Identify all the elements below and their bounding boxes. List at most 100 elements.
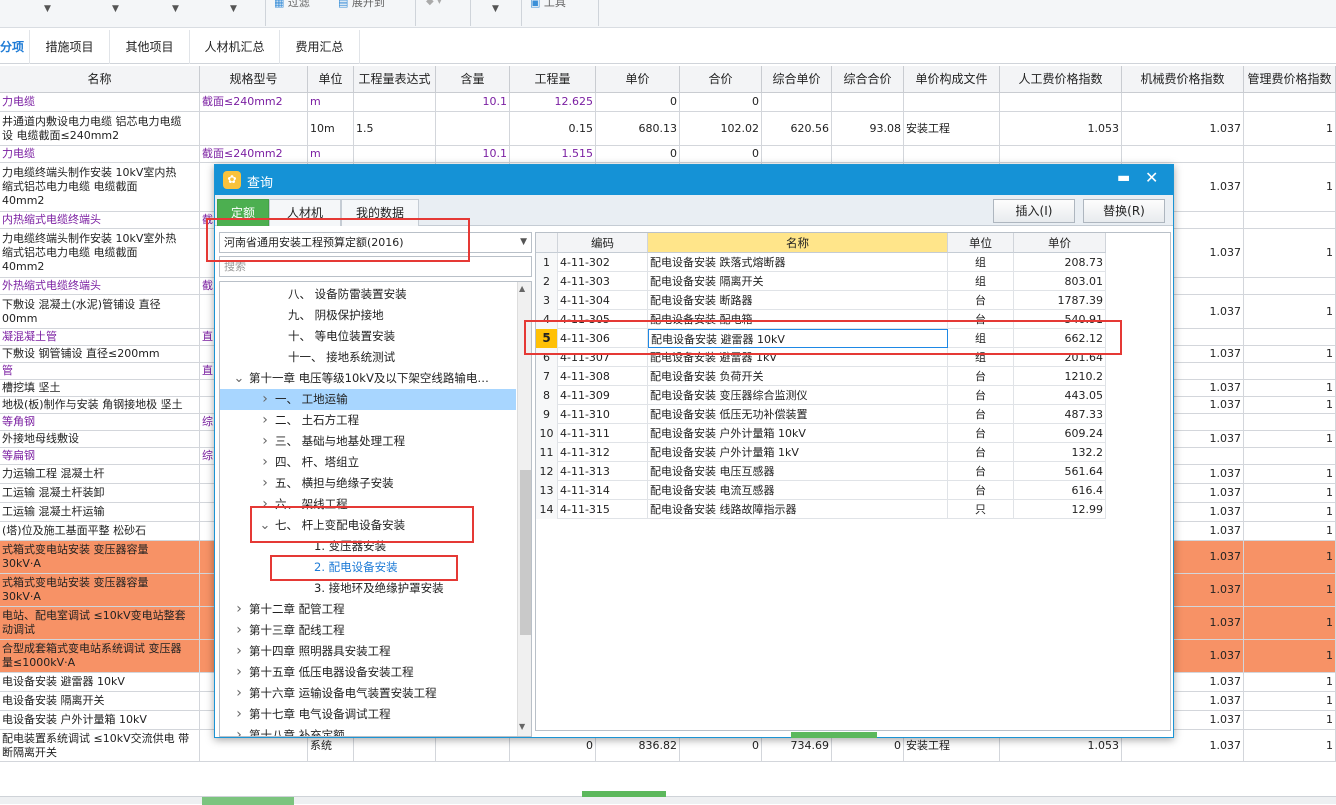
grid-cell-unit[interactable]: 组: [948, 348, 1014, 367]
tab-labor-material[interactable]: 人材机: [269, 199, 341, 226]
table-cell-price[interactable]: 0: [596, 93, 680, 111]
grid-row[interactable]: 14 4-11-315 配电设备安装 线路故障指示器只 12.99: [536, 500, 1106, 519]
chevron-right-icon[interactable]: ›: [233, 683, 245, 704]
grid-cell-price[interactable]: 616.4: [1014, 481, 1106, 500]
table-cell-labor[interactable]: [1000, 146, 1122, 162]
table-row[interactable]: 力电缆 截面≤240mm2 m 10.1 1.515 0 0: [0, 146, 1336, 163]
tree-node[interactable]: › 第十六章 运输设备电气装置安装工程: [220, 683, 516, 704]
table-cell-spec[interactable]: [200, 112, 308, 145]
grid-cell-no[interactable]: 2: [536, 272, 558, 291]
table-cell-comp-total[interactable]: [832, 93, 904, 111]
table-cell-mgmt[interactable]: 1: [1244, 574, 1336, 606]
table-row[interactable]: 力电缆 截面≤240mm2 m 10.1 12.625 0 0: [0, 93, 1336, 112]
table-cell-name[interactable]: 合型成套箱式变电站系统调试 变压器 量≤1000kV·A: [0, 640, 200, 672]
grid-row[interactable]: 4 4-11-305 配电设备安装 配电箱台 540.91: [536, 310, 1106, 329]
grid-cell-price[interactable]: 487.33: [1014, 405, 1106, 424]
column-header[interactable]: 单价: [596, 66, 680, 93]
table-cell-name[interactable]: 外热缩式电缆终端头: [0, 278, 200, 294]
arrow-icon[interactable]: ◆ ▾: [426, 0, 442, 7]
table-cell-name[interactable]: (塔)位及施工基面平整 松砂石: [0, 522, 200, 540]
table-cell-name[interactable]: 地极(板)制作与安装 角钢接地极 坚土: [0, 397, 200, 413]
column-header[interactable]: 工程量表达式: [354, 66, 436, 93]
dropdown-arrow-icon[interactable]: ▼: [172, 4, 179, 14]
table-cell-comp-price[interactable]: 620.56: [762, 112, 832, 145]
grid-cell-no[interactable]: 11: [536, 443, 558, 462]
table-cell-total[interactable]: 0: [680, 146, 762, 162]
tree-scrollbar[interactable]: ▲ ▼: [517, 282, 531, 736]
table-cell-mgmt[interactable]: 1: [1244, 484, 1336, 502]
grid-cell-name[interactable]: 配电设备安装 户外计量箱 10kV: [648, 424, 948, 443]
table-cell-name[interactable]: 工运输 混凝土杆运输: [0, 503, 200, 521]
chevron-right-icon[interactable]: ›: [233, 599, 245, 620]
dropdown-arrow-icon[interactable]: ▼: [44, 4, 51, 14]
table-cell-labor[interactable]: 1.053: [1000, 112, 1122, 145]
table-cell-spec[interactable]: 截面≤240mm2: [200, 146, 308, 162]
table-cell-mgmt[interactable]: [1244, 93, 1336, 111]
chevron-right-icon[interactable]: ›: [233, 704, 245, 725]
table-cell-file[interactable]: 安装工程: [904, 112, 1000, 145]
table-cell-unit[interactable]: m: [308, 93, 354, 111]
table-cell-price[interactable]: 680.13: [596, 112, 680, 145]
grid-cell-code[interactable]: 4-11-315: [558, 500, 648, 519]
table-cell-name[interactable]: 式箱式变电站安装 变压器容量 30kV·A: [0, 574, 200, 606]
table-cell-name[interactable]: 管: [0, 363, 200, 379]
grid-row[interactable]: 3 4-11-304 配电设备安装 断路器台 1787.39: [536, 291, 1106, 310]
grid-cell-unit[interactable]: 台: [948, 291, 1014, 310]
table-cell-qty[interactable]: 12.625: [510, 93, 596, 111]
chevron-right-icon[interactable]: ›: [259, 494, 271, 515]
grid-cell-price[interactable]: 443.05: [1014, 386, 1106, 405]
table-cell-name[interactable]: 力电缆: [0, 146, 200, 162]
table-cell-comp-total[interactable]: [832, 146, 904, 162]
grid-cell-no[interactable]: 8: [536, 386, 558, 405]
table-cell-expr[interactable]: [354, 146, 436, 162]
table-cell-mgmt[interactable]: [1244, 448, 1336, 464]
tree-node[interactable]: 2. 配电设备安装: [220, 557, 516, 578]
table-cell-mgmt[interactable]: 1: [1244, 380, 1336, 396]
grid-cell-name[interactable]: 配电设备安装 负荷开关: [648, 367, 948, 386]
scroll-down-icon[interactable]: ▼: [519, 722, 525, 731]
grid-cell-unit[interactable]: 台: [948, 462, 1014, 481]
table-cell-mech[interactable]: 1.037: [1122, 112, 1244, 145]
table-cell-qty-ratio[interactable]: [436, 112, 510, 145]
table-cell-unit[interactable]: 10m: [308, 112, 354, 145]
table-cell-name[interactable]: 式箱式变电站安装 变压器容量 30kV·A: [0, 541, 200, 573]
chevron-down-icon[interactable]: ▼: [520, 233, 527, 252]
search-input[interactable]: 搜索: [219, 256, 532, 277]
grid-cell-price[interactable]: 561.64: [1014, 462, 1106, 481]
grid-cell-name[interactable]: 配电设备安装 变压器综合监测仪: [648, 386, 948, 405]
grid-cell-price[interactable]: 609.24: [1014, 424, 1106, 443]
grid-cell-unit[interactable]: 台: [948, 443, 1014, 462]
chevron-right-icon[interactable]: ›: [233, 725, 245, 736]
dropdown-arrow-icon[interactable]: ▼: [492, 4, 499, 14]
grid-header[interactable]: 单位: [948, 233, 1014, 253]
chevron-right-icon[interactable]: ›: [259, 473, 271, 494]
grid-cell-unit[interactable]: 台: [948, 405, 1014, 424]
close-icon[interactable]: ✕: [1145, 168, 1158, 187]
chevron-right-icon[interactable]: ›: [233, 620, 245, 641]
tab-subitems[interactable]: 分项: [0, 30, 30, 64]
table-cell-mgmt[interactable]: 1: [1244, 673, 1336, 691]
grid-header[interactable]: 名称: [648, 233, 948, 253]
grid-cell-price[interactable]: 12.99: [1014, 500, 1106, 519]
table-cell-qty[interactable]: 1.515: [510, 146, 596, 162]
table-cell-mgmt[interactable]: [1244, 363, 1336, 379]
grid-cell-price[interactable]: 132.2: [1014, 443, 1106, 462]
table-cell-name[interactable]: 凝混凝土管: [0, 329, 200, 345]
tree-node[interactable]: 十一、 接地系统测试: [220, 347, 516, 368]
table-cell-expr[interactable]: 1.5: [354, 112, 436, 145]
table-cell-name[interactable]: 等扁钢: [0, 448, 200, 464]
tree-node[interactable]: › 二、 土石方工程: [220, 410, 516, 431]
table-cell-mgmt[interactable]: [1244, 414, 1336, 430]
grid-cell-name[interactable]: 配电设备安装 避雷器 10kV: [648, 329, 948, 348]
grid-cell-price[interactable]: 201.64: [1014, 348, 1106, 367]
table-cell-mgmt[interactable]: 1: [1244, 730, 1336, 761]
table-cell-mgmt[interactable]: 1: [1244, 229, 1336, 277]
quota-library-select[interactable]: 河南省通用安装工程预算定额(2016) ▼: [219, 232, 532, 253]
grid-cell-name[interactable]: 配电设备安装 隔离开关: [648, 272, 948, 291]
tree-node[interactable]: › 第十五章 低压电器设备安装工程: [220, 662, 516, 683]
tab-labor-material-summary[interactable]: 人材机汇总: [190, 30, 280, 64]
table-cell-name[interactable]: 配电装置系统调试 ≤10kV交流供电 带 断隔离开关: [0, 730, 200, 761]
table-cell-qty-ratio[interactable]: 10.1: [436, 146, 510, 162]
grid-cell-no[interactable]: 6: [536, 348, 558, 367]
tree-node[interactable]: › 第十四章 照明器具安装工程: [220, 641, 516, 662]
